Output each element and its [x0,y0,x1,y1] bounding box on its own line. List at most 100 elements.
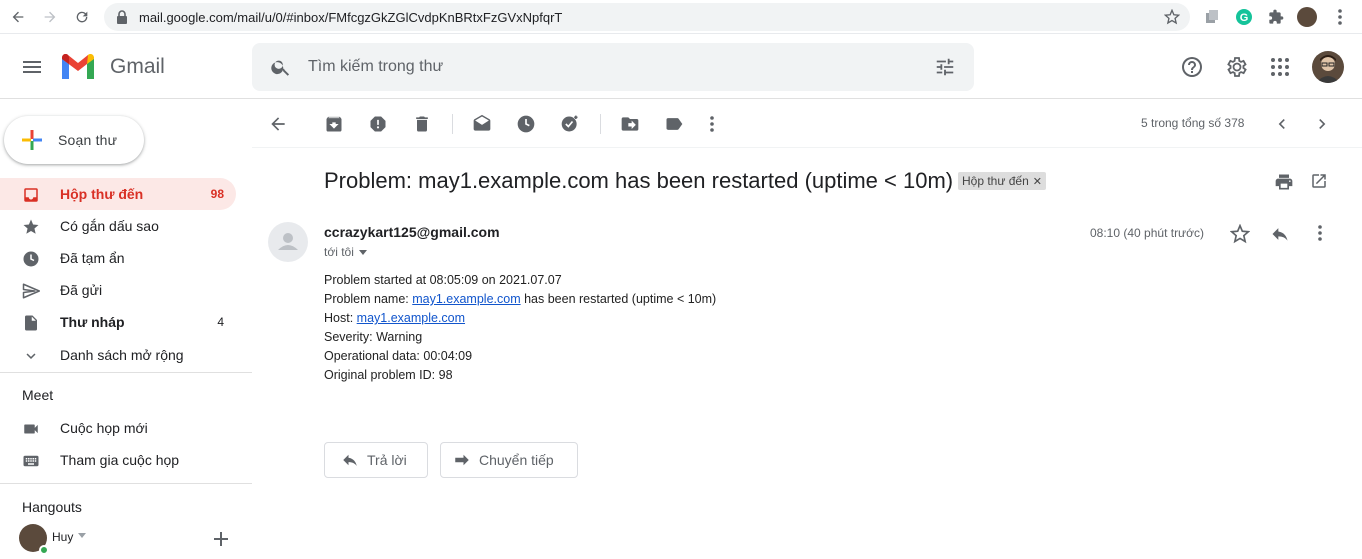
caret-down-icon [358,250,367,255]
host-link[interactable]: may1.example.com [412,292,520,306]
sender-email[interactable]: ccrazykart125@gmail.com [324,224,500,240]
report-spam-icon[interactable] [368,114,388,134]
clock-icon [22,250,40,268]
sidebar-item-inbox[interactable]: Hộp thư đến 98 [0,178,236,210]
forward-arrow-icon[interactable] [40,7,60,27]
reply-icon [341,451,359,469]
sidebar-item-label: Đã tạm ẩn [60,250,125,266]
older-chevron-right-icon[interactable] [1312,114,1332,134]
message-more-icon[interactable] [1318,224,1322,242]
browser-bar: mail.google.com/mail/u/0/#inbox/FMfcgzGk… [0,0,1362,34]
app-name: Gmail [110,55,165,78]
reply-label: Trả lời [367,452,407,468]
more-options-icon[interactable] [710,114,714,134]
body-line: Host: may1.example.com [324,309,716,328]
account-avatar[interactable] [1312,51,1344,83]
forward-button[interactable]: Chuyển tiếp [440,442,578,478]
draft-count: 4 [217,315,224,329]
reply-icon[interactable] [1270,224,1290,244]
browser-menu-icon[interactable] [1330,7,1350,27]
star-message-icon[interactable] [1230,224,1250,244]
sidebar-item-drafts[interactable]: Thư nháp 4 [0,306,236,338]
snooze-icon[interactable] [516,114,536,134]
toolbar-separator [600,114,601,134]
sidebar-item-label: Đã gửi [60,282,103,298]
main-menu-icon[interactable] [20,55,44,79]
bookmark-star-icon[interactable] [1164,9,1180,25]
gmail-header: Gmail [0,35,1362,99]
sidebar-item-starred[interactable]: Có gắn dấu sao [0,210,236,242]
add-icon[interactable] [214,532,228,546]
recipient-line[interactable]: tới tôi [324,245,368,259]
message-subject: Problem: may1.example.com has been resta… [324,168,954,193]
sidebar-item-new-meeting[interactable]: Cuộc họp mới [0,412,236,444]
videocam-icon [22,420,40,438]
delete-icon[interactable] [412,114,432,134]
pager-text: 5 trong tổng số 378 [1141,116,1245,130]
svg-text:G: G [1240,12,1249,24]
recipient-text: tới tôi [324,245,354,259]
body-line: Problem started at 08:05:09 on 2021.07.0… [324,273,562,287]
search-options-icon[interactable] [934,56,956,78]
print-icon[interactable] [1274,172,1294,192]
body-line: Problem name: may1.example.com has been … [324,290,716,309]
host-link[interactable]: may1.example.com [357,311,465,325]
extension-copy-icon[interactable] [1202,7,1222,27]
settings-gear-icon[interactable] [1224,55,1248,79]
archive-icon[interactable] [324,114,344,134]
inbox-label-chip[interactable]: Hộp thư đến ✕ [958,172,1046,190]
hangouts-title: Hangouts [22,499,82,515]
body-line: Operational data: 00:04:09 [324,349,473,363]
hangouts-user-name[interactable]: Huy [52,530,73,544]
body-line: Severity: Warning [324,330,423,344]
star-icon [22,218,40,236]
search-bar[interactable] [252,43,974,91]
remove-label-icon[interactable]: ✕ [1033,175,1042,188]
compose-plus-icon [20,128,44,152]
sidebar-item-join-meeting[interactable]: Tham gia cuộc họp [0,444,236,476]
move-to-icon[interactable] [620,114,640,134]
sidebar-item-label: Có gắn dấu sao [60,218,159,234]
add-to-tasks-icon[interactable] [560,114,580,134]
address-bar[interactable]: mail.google.com/mail/u/0/#inbox/FMfcgzGk… [104,3,1190,31]
back-to-inbox-icon[interactable] [268,114,288,134]
sidebar-divider [0,372,252,373]
message-toolbar: 5 trong tổng số 378 [252,100,1362,148]
search-input[interactable] [308,55,908,79]
gmail-logo[interactable]: Gmail [60,53,165,81]
sidebar-item-sent[interactable]: Đã gửi [0,274,236,306]
sender-avatar[interactable] [268,222,308,262]
profile-avatar-small[interactable] [1297,7,1317,27]
search-icon[interactable] [270,56,292,78]
url-text: mail.google.com/mail/u/0/#inbox/FMfcgzGk… [139,10,563,25]
compose-label: Soạn thư [58,132,118,148]
message-body: Problem started at 08:05:09 on 2021.07.0… [324,271,716,385]
extensions-puzzle-icon[interactable] [1266,7,1286,27]
reload-icon[interactable] [72,7,92,27]
sidebar-item-more[interactable]: Danh sách mở rộng [0,339,236,371]
online-status-dot [39,545,49,555]
reply-button[interactable]: Trả lời [324,442,428,478]
sidebar-item-snoozed[interactable]: Đã tạm ẩn [0,242,236,274]
newer-chevron-left-icon[interactable] [1272,114,1292,134]
body-text: Problem name: [324,292,413,306]
sidebar-item-label: Cuộc họp mới [60,420,148,436]
grammarly-icon[interactable]: G [1234,7,1254,27]
sidebar-item-label: Danh sách mở rộng [60,347,184,363]
caret-down-icon[interactable] [78,533,86,539]
open-new-window-icon[interactable] [1310,172,1328,190]
apps-grid-icon[interactable] [1268,55,1292,79]
compose-button[interactable]: Soạn thư [4,116,144,164]
gmail-m-icon [62,54,94,79]
forward-label: Chuyển tiếp [479,452,554,468]
label-icon[interactable] [664,114,684,134]
label-chip-text: Hộp thư đến [962,174,1029,188]
mark-unread-icon[interactable] [472,114,492,134]
back-arrow-icon[interactable] [8,7,28,27]
help-icon[interactable] [1180,55,1204,79]
sidebar-divider [0,483,252,484]
send-icon [22,282,40,300]
body-text: has been restarted (uptime < 10m) [520,292,717,306]
forward-icon [453,451,471,469]
body-text: Host: [324,311,357,325]
